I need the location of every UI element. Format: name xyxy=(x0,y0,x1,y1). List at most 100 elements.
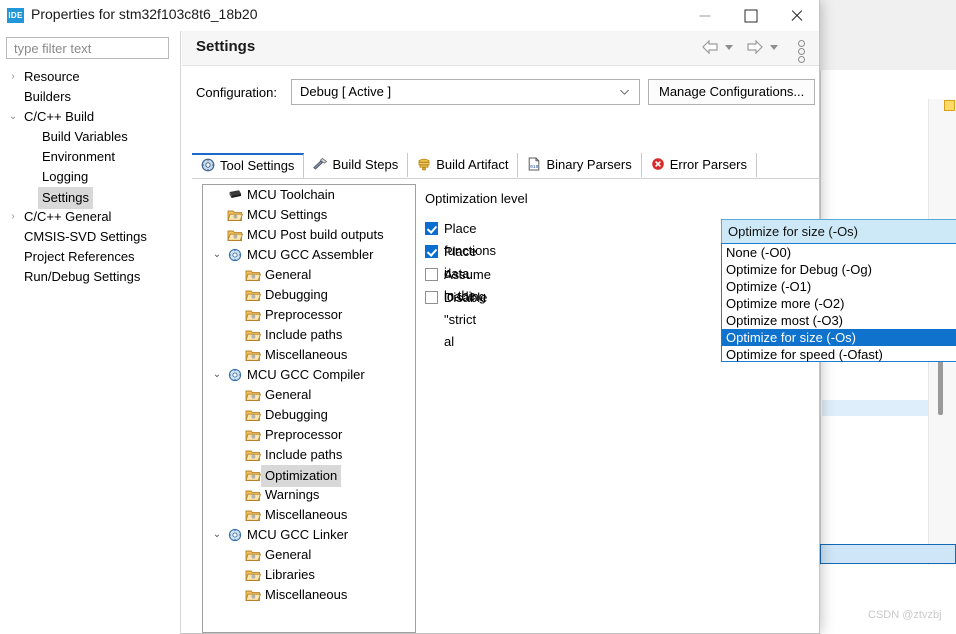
optimization-level-dropdown[interactable]: None (-O0) Optimize for Debug (-Og) Optimi… xyxy=(721,243,956,362)
dropdown-option[interactable]: Optimize more (-O2) xyxy=(722,295,956,312)
properties-tree: › Resource Builders ⌄ C/C++ Build Build Varia… xyxy=(0,67,180,287)
tool-tree-item[interactable]: Include paths xyxy=(203,325,415,345)
tool-tree-item-label: Debugging xyxy=(265,287,328,302)
settings-tab-bar: Tool Settings Build Steps Build Artifact 01… xyxy=(192,153,819,179)
tool-tree-item-label: Preprocessor xyxy=(265,307,343,322)
maximize-button[interactable] xyxy=(728,0,774,31)
tool-settings-icon xyxy=(200,157,216,172)
dropdown-option[interactable]: Optimize for speed (-Ofast) xyxy=(722,346,956,363)
manage-configurations-button[interactable]: Manage Configurations... xyxy=(648,79,816,105)
properties-tree-item[interactable]: › C/C++ General xyxy=(0,207,180,227)
tab-error-parsers[interactable]: Error Parsers xyxy=(642,153,758,177)
folder-icon xyxy=(245,568,262,582)
tool-tree-item-label: General xyxy=(265,547,312,562)
tool-tree-item[interactable]: Optimization xyxy=(203,465,415,487)
optimization-level-value: Optimize for size (-Os) xyxy=(728,224,859,239)
binary-file-icon: 010 xyxy=(526,155,542,171)
tool-tree-item[interactable]: Miscellaneous xyxy=(203,345,415,365)
page-title: Settings xyxy=(196,38,256,55)
properties-tree-item[interactable]: Settings xyxy=(0,187,180,209)
tool-icon xyxy=(227,368,243,382)
background-marker-icon xyxy=(944,100,955,111)
tool-tree-item[interactable]: Miscellaneous xyxy=(203,585,415,605)
properties-tree-item[interactable]: Build Variables xyxy=(0,127,180,147)
tool-tree-item[interactable]: Libraries xyxy=(203,565,415,585)
folder-icon xyxy=(245,488,262,502)
tool-tree-item[interactable]: General xyxy=(203,265,415,285)
tool-tree-item[interactable]: Debugging xyxy=(203,285,415,305)
properties-tree-item[interactable]: › Resource xyxy=(0,67,180,87)
checkbox-unchecked-icon[interactable] xyxy=(425,268,438,281)
tool-tree-item[interactable]: General xyxy=(203,545,415,565)
tab-build-artifact[interactable]: Build Artifact xyxy=(408,153,519,177)
configuration-select[interactable]: Debug [ Active ] xyxy=(291,79,640,105)
tool-tree-item[interactable]: General xyxy=(203,385,415,405)
tool-tree-item[interactable]: MCU Post build outputs xyxy=(203,225,415,245)
watermark: CSDN @ztvzbj xyxy=(868,609,942,621)
settings-pane: Settings Configuration: Debug [ Active ] xyxy=(182,31,956,633)
chevron-down-icon[interactable]: ⌄ xyxy=(211,245,223,265)
properties-tree-item-label: Project References xyxy=(24,249,135,264)
tool-tree-item-label: Miscellaneous xyxy=(265,587,348,602)
properties-tree-item[interactable]: Run/Debug Settings xyxy=(0,267,180,287)
properties-tree-item[interactable]: Logging xyxy=(0,167,180,187)
tool-tree-item[interactable]: Include paths xyxy=(203,445,415,465)
checkbox-unchecked-icon[interactable] xyxy=(425,291,438,304)
chevron-right-icon[interactable]: › xyxy=(6,207,20,227)
tool-tree-item[interactable]: ⌄ MCU GCC Assembler xyxy=(203,245,415,265)
background-top-strip xyxy=(820,0,956,71)
folder-icon xyxy=(245,588,262,602)
error-icon xyxy=(650,155,666,170)
tool-tree-item[interactable]: MCU Toolchain xyxy=(203,185,415,205)
close-button[interactable] xyxy=(774,0,820,31)
properties-tree-item-label: Build Variables xyxy=(42,129,128,144)
tool-tree-item[interactable]: Warnings xyxy=(203,485,415,505)
tool-tree-item-label: Include paths xyxy=(265,447,343,462)
tool-tree-item[interactable]: Preprocessor xyxy=(203,305,415,325)
tool-tree-item-label: Miscellaneous xyxy=(265,507,348,522)
properties-dialog: IDE Properties for stm32f103c8t6_18b20 t… xyxy=(0,0,956,634)
dropdown-option[interactable]: Optimize (-O1) xyxy=(722,278,956,295)
properties-tree-item[interactable]: CMSIS-SVD Settings xyxy=(0,227,180,247)
chevron-down-icon[interactable]: ⌄ xyxy=(211,525,223,545)
background-scrollbar-thumb[interactable] xyxy=(938,355,943,415)
tab-tool-settings[interactable]: Tool Settings xyxy=(192,153,305,178)
back-dropdown-caret-icon[interactable] xyxy=(725,45,733,50)
chevron-right-icon[interactable]: › xyxy=(6,67,20,87)
back-arrow-icon[interactable] xyxy=(701,40,719,54)
forward-arrow-icon[interactable] xyxy=(746,40,764,54)
forward-dropdown-caret-icon[interactable] xyxy=(770,45,778,50)
tab-build-steps[interactable]: Build Steps xyxy=(304,153,409,177)
dropdown-option[interactable]: Optimize for Debug (-Og) xyxy=(722,261,956,278)
optimization-level-select[interactable]: Optimize for size (-Os) xyxy=(721,219,956,245)
tool-tree-item[interactable]: ⌄ MCU GCC Linker xyxy=(203,525,415,545)
dropdown-option[interactable]: Optimize most (-O3) xyxy=(722,312,956,329)
properties-tree-item[interactable]: Builders xyxy=(0,87,180,107)
dropdown-option[interactable]: None (-O0) xyxy=(722,244,956,261)
properties-tree-item[interactable]: Environment xyxy=(0,147,180,167)
folder-icon xyxy=(245,548,262,562)
chevron-down-icon[interactable]: ⌄ xyxy=(211,365,223,385)
folder-icon xyxy=(245,268,262,282)
dropdown-option[interactable]: Optimize for size (-Os) xyxy=(722,329,956,346)
configuration-row: Configuration: Debug [ Active ] Manage C… xyxy=(182,66,819,130)
properties-tree-item[interactable]: ⌄ C/C++ Build xyxy=(0,107,180,127)
tool-tree-item[interactable]: Debugging xyxy=(203,405,415,425)
minimize-button[interactable] xyxy=(682,0,728,31)
tool-tree-item[interactable]: Miscellaneous xyxy=(203,505,415,525)
tool-tree-item[interactable]: ⌄ MCU GCC Compiler xyxy=(203,365,415,385)
tool-tree-item[interactable]: MCU Settings xyxy=(203,205,415,225)
folder-icon xyxy=(245,508,262,522)
properties-tree-item-label: Settings xyxy=(38,187,93,209)
tab-binary-parsers[interactable]: 010 Binary Parsers xyxy=(518,153,642,177)
view-menu-icon[interactable] xyxy=(798,40,805,64)
tool-tree-item-label: Debugging xyxy=(265,407,328,422)
filter-text-input[interactable]: type filter text xyxy=(6,37,169,59)
checkbox-checked-icon[interactable] xyxy=(425,222,438,235)
checkbox-checked-icon[interactable] xyxy=(425,245,438,258)
properties-tree-item[interactable]: Project References xyxy=(0,247,180,267)
tool-tree-item-label: MCU GCC Compiler xyxy=(247,367,365,382)
artifact-icon xyxy=(416,155,432,171)
tool-tree-item[interactable]: Preprocessor xyxy=(203,425,415,445)
chevron-down-icon[interactable]: ⌄ xyxy=(6,107,20,127)
